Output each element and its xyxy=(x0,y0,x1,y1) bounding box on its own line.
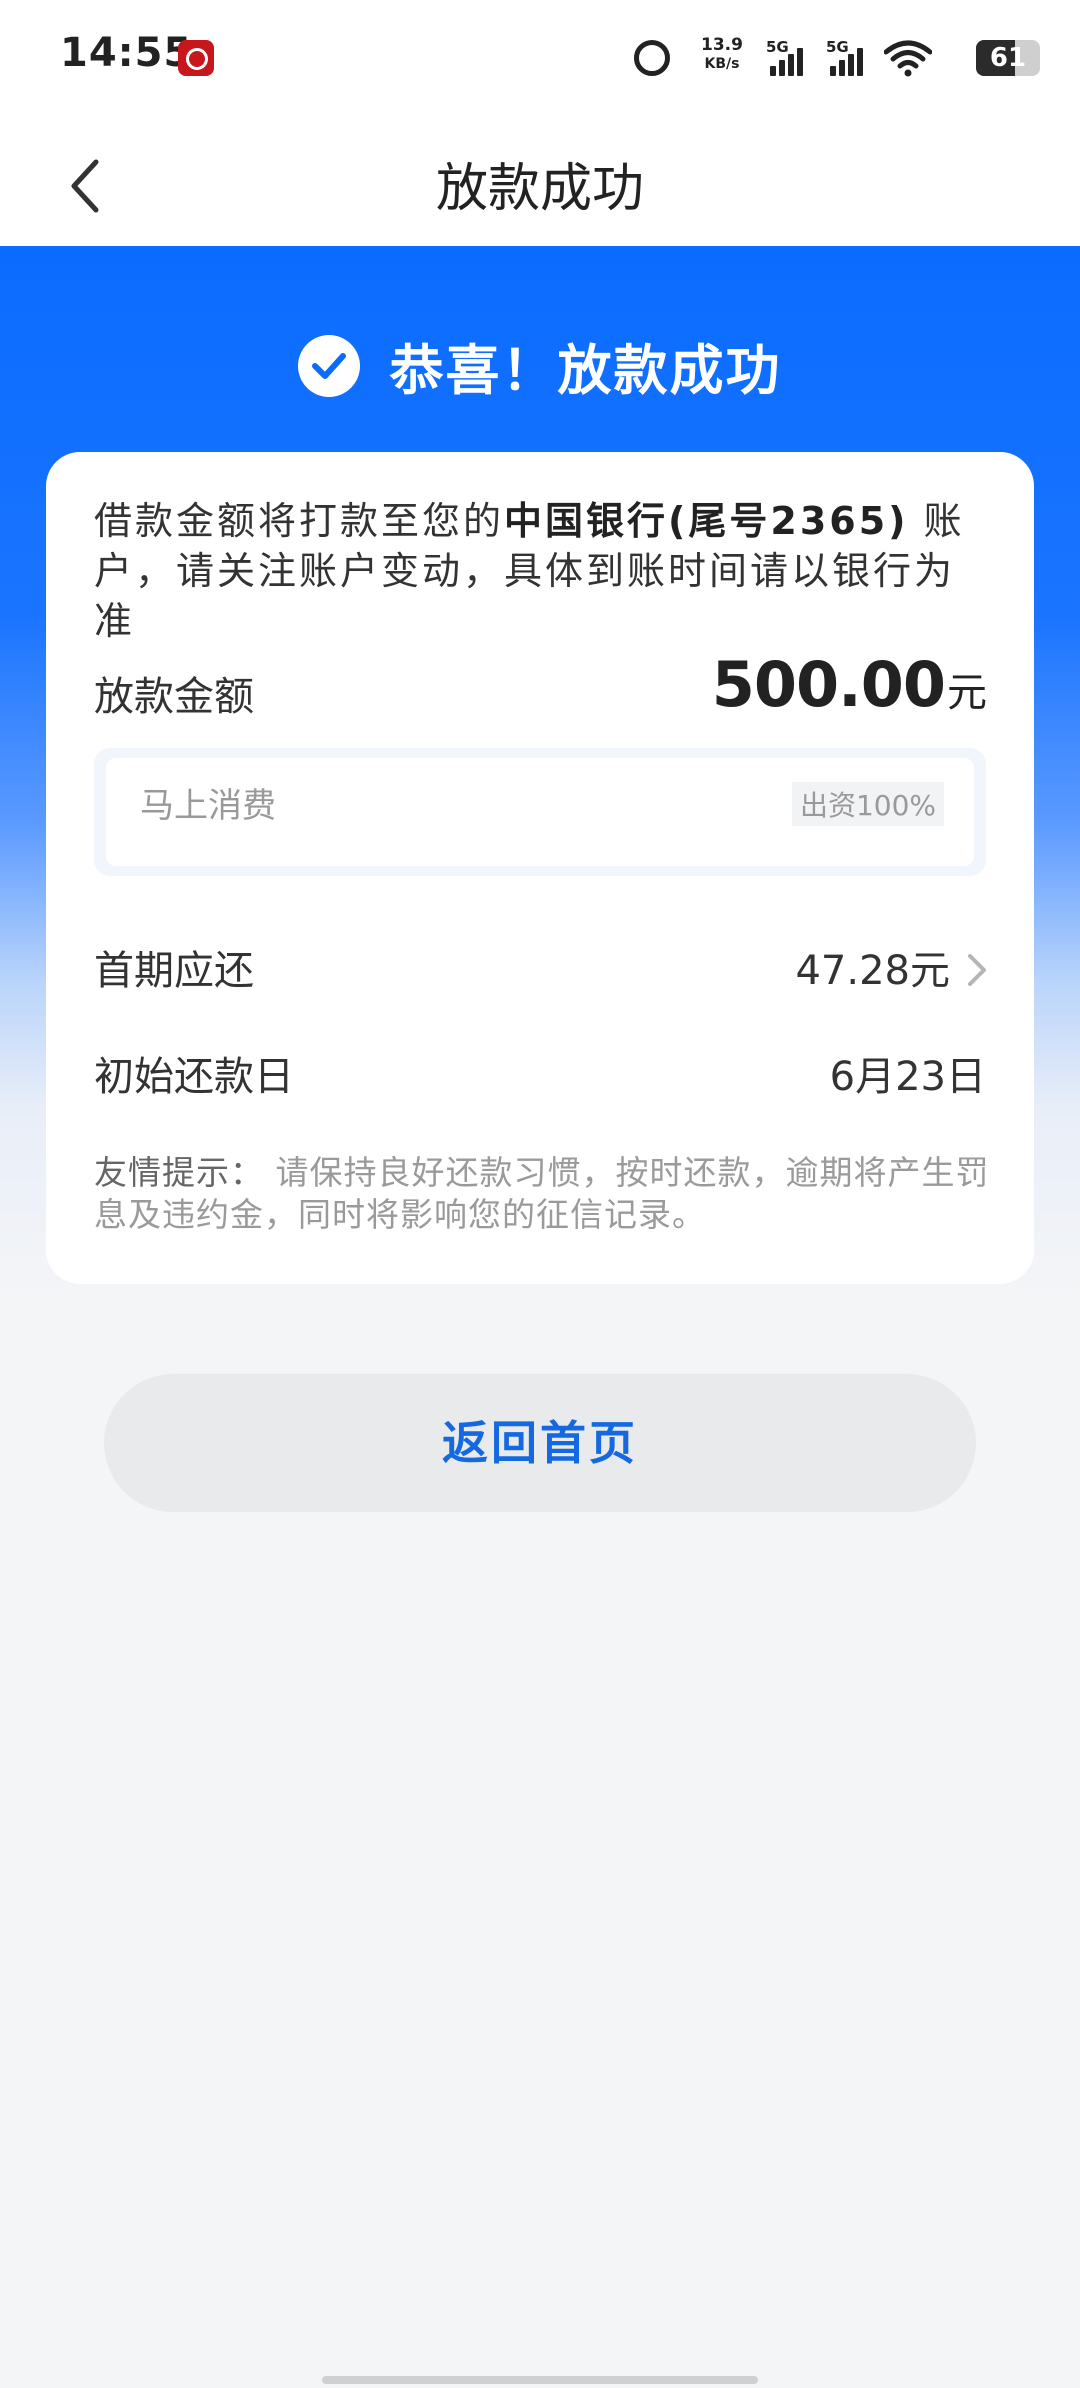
success-header: 恭喜！放款成功 xyxy=(0,326,1080,405)
loan-detail-card: 借款金额将打款至您的中国银行(尾号2365) 账户，请关注账户变动，具体到账时间… xyxy=(46,452,1034,1284)
first-payment-value[interactable]: 47.28元 xyxy=(795,938,996,996)
start-date-row: 初始还款日 6月23日 xyxy=(94,1036,986,1100)
lender-share-badge: 出资100% xyxy=(791,782,944,826)
first-payment-label: 首期应还 xyxy=(94,948,254,994)
signal-2-label: 5G xyxy=(826,38,849,56)
wifi-icon xyxy=(883,40,933,78)
page-title: 放款成功 xyxy=(435,159,644,219)
check-circle-icon xyxy=(298,334,361,397)
disbursement-notice: 借款金额将打款至您的中国银行(尾号2365) 账户，请关注账户变动，具体到账时间… xyxy=(94,496,994,646)
gesture-home-indicator[interactable] xyxy=(322,2376,758,2384)
alarm-icon xyxy=(634,40,670,76)
amount-unit: 元 xyxy=(947,670,987,716)
nav-bar: 放款成功 xyxy=(0,118,1080,246)
network-speed: 13.9 KB/s xyxy=(694,36,750,74)
start-date-value: 6月23日 xyxy=(829,1054,986,1100)
amount-number: 500.00 xyxy=(711,648,946,721)
battery-level: 61 xyxy=(989,43,1027,73)
amount-row: 放款金额 500.00元 xyxy=(94,648,987,728)
first-payment-row[interactable]: 首期应还 47.28元 xyxy=(94,930,986,994)
lender-inner: 马上消费 出资100% xyxy=(106,758,974,866)
success-title: 恭喜！放款成功 xyxy=(389,339,782,402)
status-time: 14:55 xyxy=(60,30,193,76)
lender-name: 马上消费 xyxy=(140,786,276,826)
tip-label: 友情提示： xyxy=(94,1153,264,1192)
start-date-label: 初始还款日 xyxy=(94,1054,294,1100)
lender-box: 马上消费 出资100% xyxy=(94,748,986,876)
network-speed-value: 13.9 xyxy=(701,35,743,55)
amount-label: 放款金额 xyxy=(94,674,254,720)
return-home-button[interactable]: 返回首页 xyxy=(104,1374,976,1512)
notice-text-pre: 借款金额将打款至您的 xyxy=(94,499,505,543)
friendly-tip: 友情提示： 请保持良好还款习惯，按时还款，逾期将产生罚息及违约金，同时将影响您的… xyxy=(94,1152,994,1236)
first-payment-amount: 47.28元 xyxy=(795,948,950,994)
notice-bank-account: 中国银行(尾号2365) xyxy=(504,499,909,543)
signal-1-label: 5G xyxy=(766,38,789,56)
status-icons: 13.9 KB/s 5G 5G 61 xyxy=(620,36,1040,82)
battery-icon: 61 xyxy=(976,40,1040,76)
chevron-right-icon xyxy=(956,952,996,988)
amount-value: 500.00元 xyxy=(711,648,987,721)
network-speed-unit: KB/s xyxy=(704,56,740,72)
signal-icon-sim2: 5G xyxy=(826,38,870,78)
signal-icon-sim1: 5G xyxy=(766,38,810,78)
status-bar: 14:55 13.9 KB/s 5G 5G 61 xyxy=(0,0,1080,118)
bank-app-notification-icon xyxy=(178,40,214,76)
